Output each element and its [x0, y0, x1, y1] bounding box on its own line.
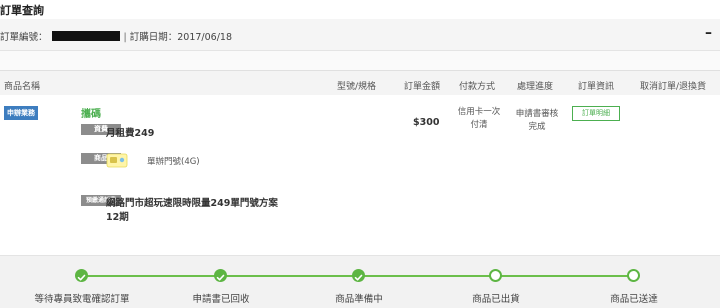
col-model: 型號/規格: [337, 82, 377, 92]
step-label: 商品準備中: [335, 294, 383, 305]
status-line-2: 完成: [528, 122, 546, 132]
step-label: 申請書已回收: [192, 294, 250, 305]
table-header: 商品名稱 型號/規格 訂單金額 付款方式 處理進度 訂單資訊 取消訂單/退換貨: [0, 70, 720, 95]
payment-line-2: 付清: [470, 120, 488, 130]
order-detail-button[interactable]: 訂單明細: [572, 106, 620, 121]
business-badge: 申辦業務: [4, 106, 38, 120]
step-label: 等待專員致電確認訂單: [34, 294, 130, 305]
plan-name: 攜碼: [81, 109, 101, 120]
tariff-text: 月租費249: [106, 128, 155, 139]
col-amount: 訂單金額: [404, 82, 441, 92]
sim-card-icon: [106, 153, 128, 168]
order-date: 2017/06/18: [177, 32, 232, 43]
order-amount: $300: [413, 117, 440, 128]
col-payment: 付款方式: [459, 82, 496, 92]
status-line-1: 申請書審核: [515, 109, 559, 119]
order-header: 訂單編號： | 訂購日期：2017/06/18 –: [0, 19, 720, 51]
prepaid-period: 12期: [106, 212, 129, 223]
prepaid-text: 網路門市超玩速限時限量249單門號方案: [106, 198, 278, 209]
page-title: 訂單查詢: [0, 4, 44, 17]
progress-tracker: 等待專員致電確認訂單 申請書已回收 商品準備中 商品已出貨 商品已送達: [0, 255, 720, 308]
order-number-label: 訂單編號：: [0, 32, 48, 43]
redacted-order-number: [51, 31, 120, 41]
circle-icon: [627, 269, 640, 282]
product-text: 單辦門號(4G): [147, 157, 200, 167]
payment-line-1: 信用卡一次: [457, 107, 501, 117]
process-status: 申請書審核 完成: [508, 108, 566, 134]
circle-icon: [489, 269, 502, 282]
col-cancel: 取消訂單/退換貨: [640, 82, 707, 92]
spacer: [0, 51, 720, 70]
check-icon: [352, 269, 365, 282]
check-icon: [75, 269, 88, 282]
payment-method: 信用卡一次 付清: [452, 106, 506, 132]
header-separator: |: [123, 32, 127, 43]
collapse-button[interactable]: –: [705, 25, 712, 41]
check-icon: [214, 269, 227, 282]
step-label: 商品已出貨: [472, 294, 520, 305]
col-progress: 處理進度: [517, 82, 554, 92]
col-info: 訂單資訊: [578, 82, 615, 92]
order-date-label: 訂購日期：: [129, 32, 178, 43]
col-product: 商品名稱: [4, 82, 41, 92]
step-label: 商品已送達: [610, 294, 658, 305]
